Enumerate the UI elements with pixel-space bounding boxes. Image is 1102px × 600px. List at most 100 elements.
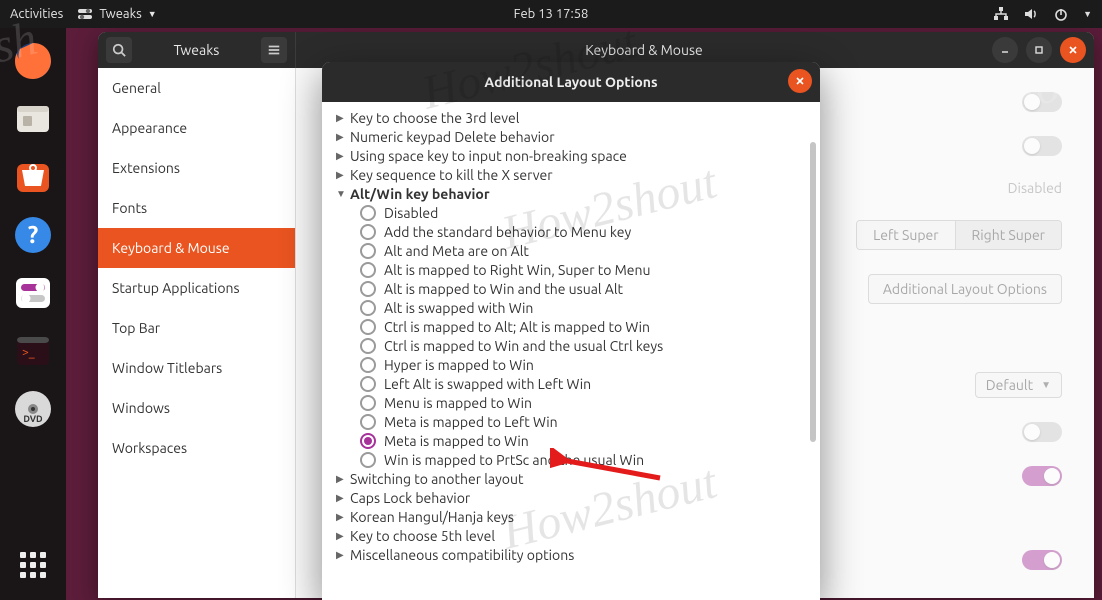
option-alt-win-usual[interactable]: Alt is mapped to Win and the usual Alt: [332, 279, 820, 298]
radio-icon: [360, 262, 376, 278]
sidebar-item-label: Extensions: [112, 160, 180, 176]
radio-icon: [360, 376, 376, 392]
appmenu-label: Tweaks: [99, 7, 141, 21]
group-korean[interactable]: ▶Korean Hangul/Hanja keys: [332, 507, 820, 526]
hamburger-button[interactable]: [261, 37, 287, 63]
option-label: Ctrl is mapped to Win and the usual Ctrl…: [384, 338, 663, 354]
activities-button[interactable]: Activities: [10, 7, 63, 21]
maximize-button[interactable]: [1026, 37, 1052, 63]
dialog-close-button[interactable]: [788, 69, 812, 93]
group-caps-lock[interactable]: ▶Caps Lock behavior: [332, 488, 820, 507]
minimize-button[interactable]: [992, 37, 1018, 63]
dialog-body[interactable]: ▶Key to choose the 3rd level ▶ Numeric ke…: [322, 102, 820, 600]
search-button[interactable]: [106, 37, 132, 63]
sidebar-item-label: Workspaces: [112, 440, 187, 456]
caret-right-icon: ▶: [336, 131, 346, 143]
radio-icon: [360, 452, 376, 468]
power-icon[interactable]: [1053, 6, 1069, 22]
group-misc-compat[interactable]: ▶ Miscellaneous compatibility options: [332, 545, 820, 564]
sidebar-item-general[interactable]: General: [98, 68, 295, 108]
dock-terminal[interactable]: >_: [8, 326, 58, 376]
option-disabled[interactable]: Disabled: [332, 203, 820, 222]
caret-right-icon: ▶: [336, 473, 346, 485]
sidebar-item-keyboard-mouse[interactable]: Keyboard & Mouse: [98, 228, 295, 268]
sidebar-item-window-titlebars[interactable]: Window Titlebars: [98, 348, 295, 388]
group-space-key[interactable]: ▶Using space key to input non-breaking s…: [332, 146, 820, 165]
radio-icon: [360, 205, 376, 221]
appmenu-caret-icon: ▼: [148, 9, 157, 19]
sidebar-item-label: Fonts: [112, 200, 147, 216]
group-numeric-keypad[interactable]: ▶ Numeric keypad Delete behavior: [332, 127, 820, 146]
option-alt-right-win[interactable]: Alt is mapped to Right Win, Super to Men…: [332, 260, 820, 279]
option-label: Win is mapped to PrtSc and the usual Win: [384, 452, 644, 468]
radio-icon: [360, 300, 376, 316]
clock[interactable]: Feb 13 17:58: [514, 7, 589, 21]
option-label: Alt and Meta are on Alt: [384, 243, 529, 259]
show-applications[interactable]: [8, 540, 58, 590]
sidebar-item-fonts[interactable]: Fonts: [98, 188, 295, 228]
group-switching-layout[interactable]: ▶ Switching to another layout: [332, 469, 820, 488]
group-3rd-level[interactable]: ▶Key to choose the 3rd level: [332, 108, 820, 127]
dock-software[interactable]: [8, 152, 58, 202]
sidebar-item-label: Top Bar: [112, 320, 160, 336]
sidebar-item-label: Appearance: [112, 120, 187, 136]
group-label: Miscellaneous compatibility options: [350, 547, 574, 563]
option-ctrl-win-usual[interactable]: Ctrl is mapped to Win and the usual Ctrl…: [332, 336, 820, 355]
option-label: Meta is mapped to Win: [384, 433, 529, 449]
option-win-prtsc[interactable]: Win is mapped to PrtSc and the usual Win: [332, 450, 820, 469]
radio-icon: [360, 414, 376, 430]
caret-right-icon: ▶: [336, 549, 346, 561]
radio-selected-icon: [360, 433, 376, 449]
dialog-header: Additional Layout Options: [322, 62, 820, 102]
caret-right-icon: ▶: [336, 112, 346, 124]
radio-icon: [360, 243, 376, 259]
group-alt-win[interactable]: ▼Alt/Win key behavior: [332, 184, 820, 203]
svg-text:?: ?: [28, 221, 39, 248]
sidebar-item-appearance[interactable]: Appearance: [98, 108, 295, 148]
scrollbar-thumb[interactable]: [810, 142, 816, 442]
option-alt-meta-on-alt[interactable]: Alt and Meta are on Alt: [332, 241, 820, 260]
sidebar-item-top-bar[interactable]: Top Bar: [98, 308, 295, 348]
option-hyper-win[interactable]: Hyper is mapped to Win: [332, 355, 820, 374]
activities-label: Activities: [10, 7, 63, 21]
window-title: Keyboard & Mouse: [585, 42, 703, 58]
group-label: Switching to another layout: [350, 471, 524, 487]
dock-files[interactable]: [8, 94, 58, 144]
network-icon[interactable]: [993, 6, 1009, 22]
option-menu-win[interactable]: Menu is mapped to Win: [332, 393, 820, 412]
sidebar-item-workspaces[interactable]: Workspaces: [98, 428, 295, 468]
radio-icon: [360, 281, 376, 297]
option-label: Alt is swapped with Win: [384, 300, 533, 316]
sidebar-item-label: Startup Applications: [112, 280, 240, 296]
dock-tweaks[interactable]: [8, 268, 58, 318]
sidebar-item-windows[interactable]: Windows: [98, 388, 295, 428]
sidebar-title: Tweaks: [132, 42, 261, 58]
system-menu-caret-icon[interactable]: ▼: [1083, 9, 1092, 19]
option-meta-left-win[interactable]: Meta is mapped to Left Win: [332, 412, 820, 431]
option-label: Meta is mapped to Left Win: [384, 414, 558, 430]
option-label: Alt is mapped to Right Win, Super to Men…: [384, 262, 651, 278]
layout-options-dialog: Additional Layout Options ▶Key to choose…: [322, 62, 820, 600]
sidebar-item-startup[interactable]: Startup Applications: [98, 268, 295, 308]
dock-dvd[interactable]: DVD: [8, 384, 58, 434]
volume-icon[interactable]: [1023, 6, 1039, 22]
close-button[interactable]: [1060, 37, 1086, 63]
option-meta-win[interactable]: Meta is mapped to Win: [332, 431, 820, 450]
group-kill-x[interactable]: ▶Key sequence to kill the X server: [332, 165, 820, 184]
group-5th-level[interactable]: ▶Key to choose 5th level: [332, 526, 820, 545]
sidebar-item-label: Keyboard & Mouse: [112, 240, 230, 256]
option-left-alt-left-win[interactable]: Left Alt is swapped with Left Win: [332, 374, 820, 393]
tweaks-appmenu-icon: [77, 6, 93, 22]
option-add-standard-menu[interactable]: Add the standard behavior to Menu key: [332, 222, 820, 241]
dock-help[interactable]: ?: [8, 210, 58, 260]
svg-text:DVD: DVD: [23, 414, 43, 424]
option-label: Menu is mapped to Win: [384, 395, 532, 411]
caret-down-icon: ▼: [336, 188, 346, 200]
appmenu-button[interactable]: Tweaks ▼: [77, 6, 156, 22]
sidebar-item-extensions[interactable]: Extensions: [98, 148, 295, 188]
group-label: Numeric keypad Delete behavior: [350, 129, 555, 145]
option-ctrl-alt-alt-win[interactable]: Ctrl is mapped to Alt; Alt is mapped to …: [332, 317, 820, 336]
dock-firefox[interactable]: [8, 36, 58, 86]
option-alt-swapped-win[interactable]: Alt is swapped with Win: [332, 298, 820, 317]
group-label: Using space key to input non-breaking sp…: [350, 148, 627, 164]
